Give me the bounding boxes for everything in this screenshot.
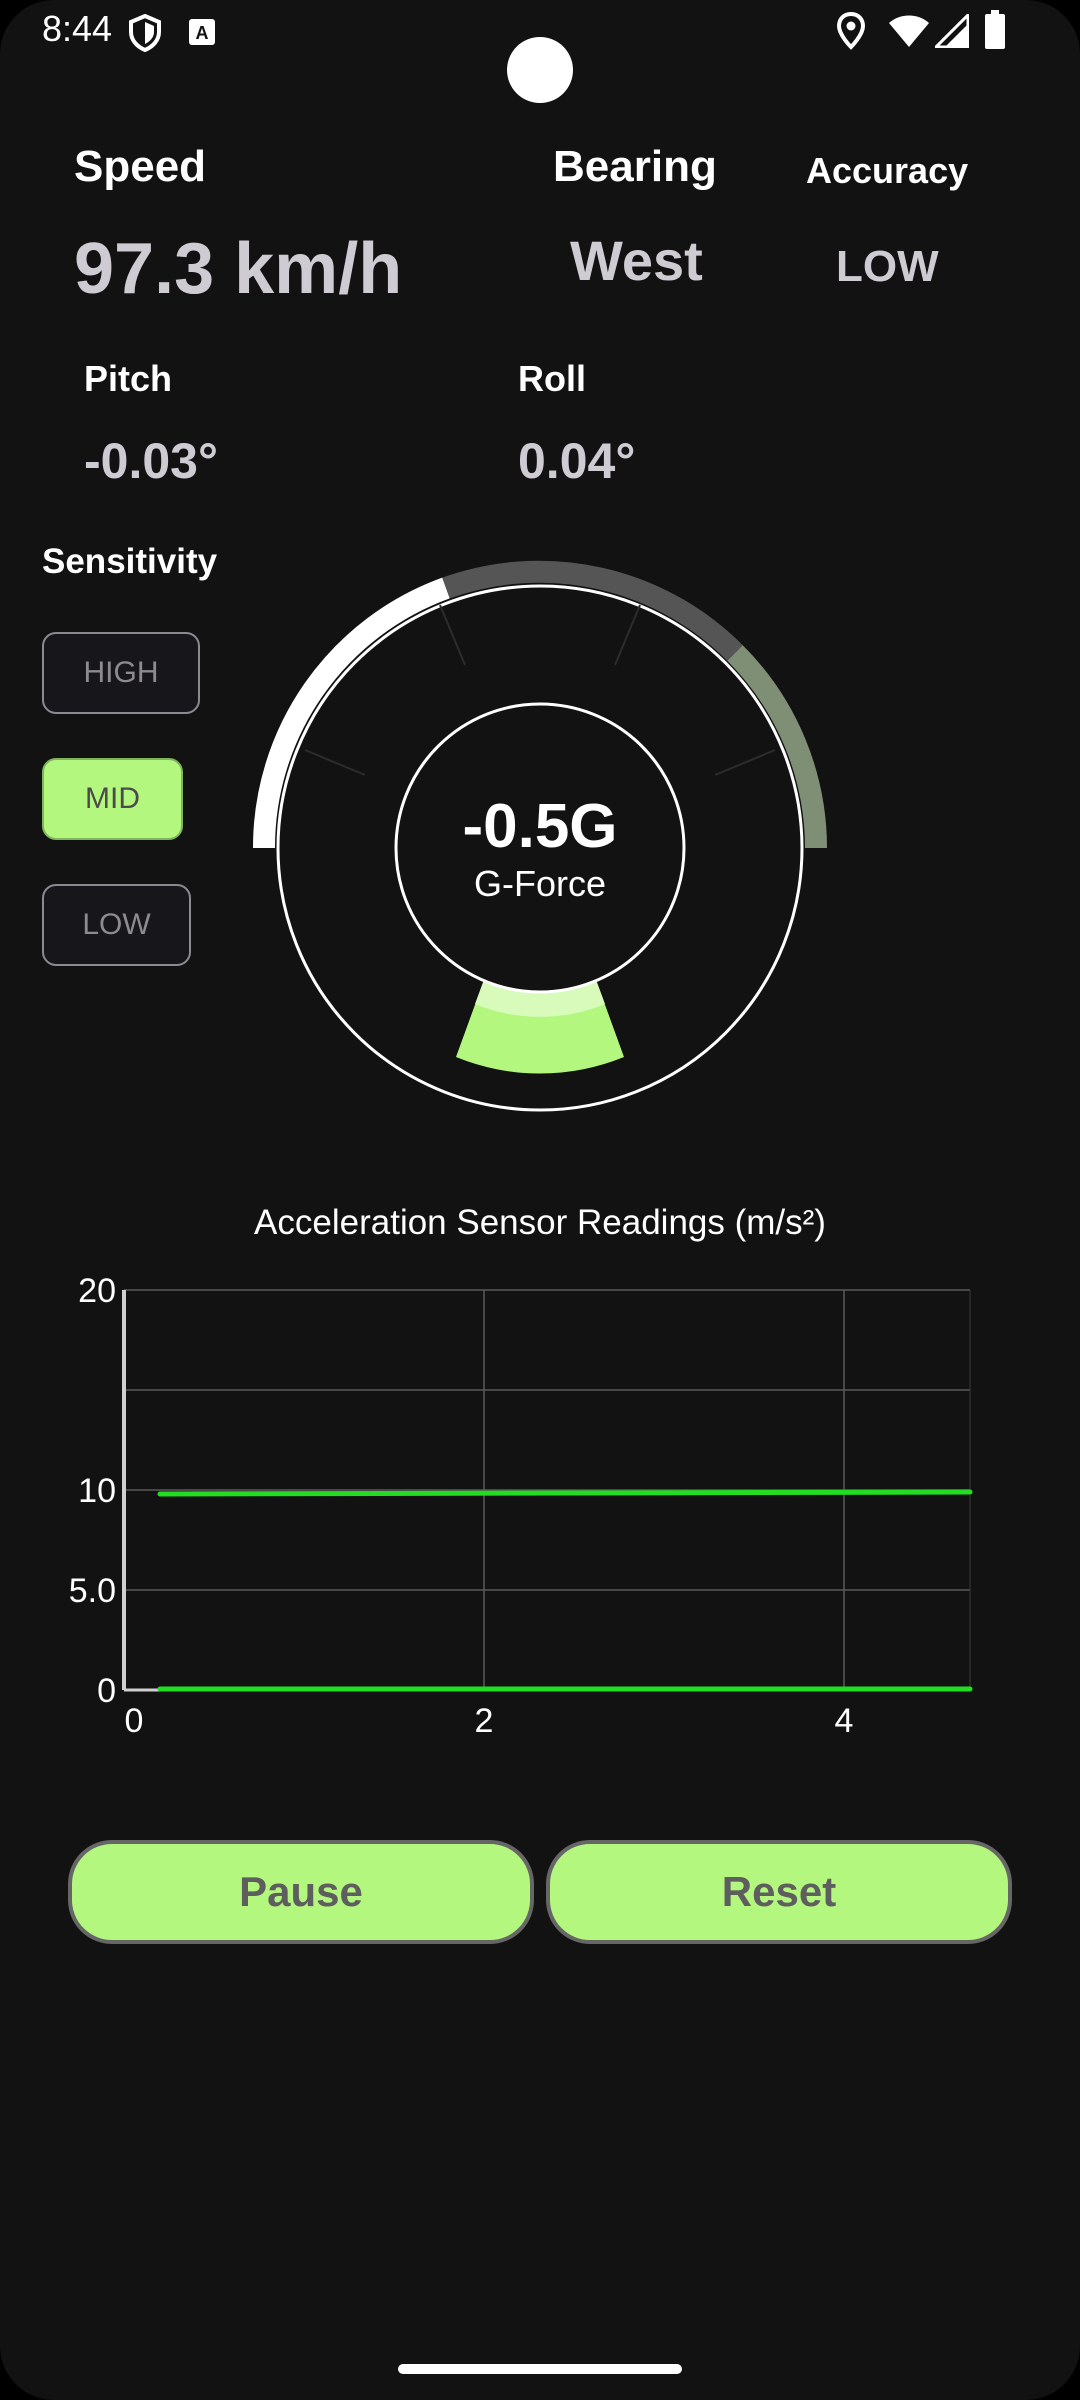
- bearing-value: West: [570, 229, 703, 292]
- bearing-label: Bearing: [553, 142, 717, 191]
- gauge-arc-high: [727, 645, 827, 849]
- g-force-gauge: -0.5G G-Force: [252, 560, 827, 1112]
- chart-title: Acceleration Sensor Readings (m/s²): [254, 1203, 826, 1242]
- chart-y-tick-label: 5.0: [69, 1572, 116, 1610]
- battery-icon: [985, 10, 1005, 49]
- speed-value: 97.3 km/h: [74, 229, 403, 309]
- speed-label: Speed: [74, 142, 207, 191]
- front-camera: [507, 37, 573, 103]
- status-time: 8:44: [42, 8, 113, 49]
- chart-y-tick-label: 10: [78, 1472, 116, 1510]
- chart-x-tick-label: 0: [125, 1702, 144, 1740]
- shield-icon: [129, 14, 161, 52]
- wifi-icon: [889, 15, 929, 47]
- chart-series-line: [157, 1489, 973, 1497]
- sensitivity-label: Sensitivity: [42, 542, 218, 581]
- roll-value: 0.04°: [518, 433, 636, 489]
- roll-label: Roll: [518, 358, 586, 399]
- svg-text:A: A: [196, 23, 209, 43]
- chart-x-tick-label: 2: [475, 1702, 494, 1740]
- sensitivity-high-button[interactable]: HIGH: [42, 632, 200, 714]
- sensitivity-mid-button[interactable]: MID: [42, 758, 183, 840]
- app-screen: 8:44 A Speed 97.3 km/h Bearing West Accu…: [0, 0, 1080, 2400]
- accuracy-value: LOW: [836, 242, 939, 291]
- chart-y-tick-label: 0: [97, 1672, 116, 1710]
- gauge-arc-mid: [442, 560, 743, 661]
- location-icon: [836, 12, 866, 50]
- signal-icon: [935, 14, 969, 48]
- chart-x-tick-label: 4: [835, 1702, 854, 1740]
- gauge-value: -0.5G: [462, 792, 617, 861]
- pitch-value: -0.03°: [84, 433, 218, 489]
- accuracy-label: Accuracy: [806, 150, 969, 191]
- keyboard-a-icon: A: [189, 19, 215, 45]
- reset-button[interactable]: Reset: [546, 1840, 1012, 1944]
- gauge-caption: G-Force: [474, 863, 606, 904]
- chart-y-tick-label: 20: [78, 1272, 116, 1310]
- home-indicator[interactable]: [398, 2364, 682, 2374]
- pitch-label: Pitch: [84, 358, 173, 399]
- acceleration-chart: 0 5.0 10 20 0 2 4: [69, 1272, 973, 1740]
- sensitivity-low-button[interactable]: LOW: [42, 884, 191, 966]
- pause-button[interactable]: Pause: [68, 1840, 534, 1944]
